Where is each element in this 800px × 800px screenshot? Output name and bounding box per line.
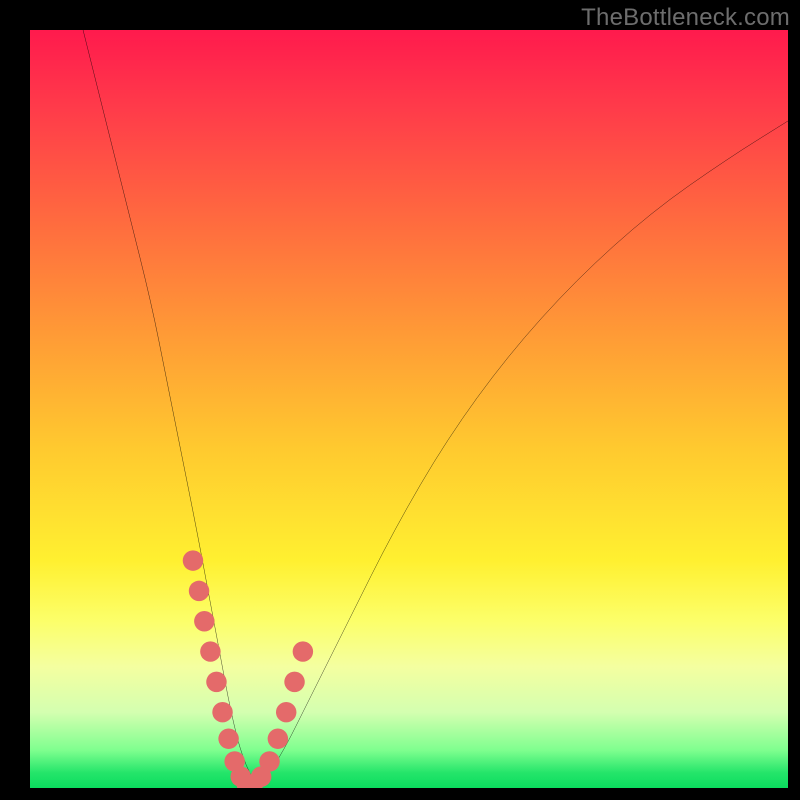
watermark-text: TheBottleneck.com [581,4,790,32]
highlight-dot [206,672,226,692]
highlight-dot [259,751,279,771]
highlight-dot [183,550,203,570]
highlight-dot [189,581,209,601]
highlight-dot [284,672,304,692]
plot-area [30,30,788,788]
highlight-dots-group [183,550,313,788]
chart-frame: TheBottleneck.com [0,0,800,800]
highlight-dot [194,611,214,631]
highlight-dot [268,728,288,748]
bottleneck-curve-path [83,30,788,780]
curve-layer [30,30,788,788]
highlight-dot [276,702,296,722]
highlight-dot [212,702,232,722]
highlight-dot [218,728,238,748]
highlight-dot [200,641,220,661]
highlight-dot [293,641,313,661]
